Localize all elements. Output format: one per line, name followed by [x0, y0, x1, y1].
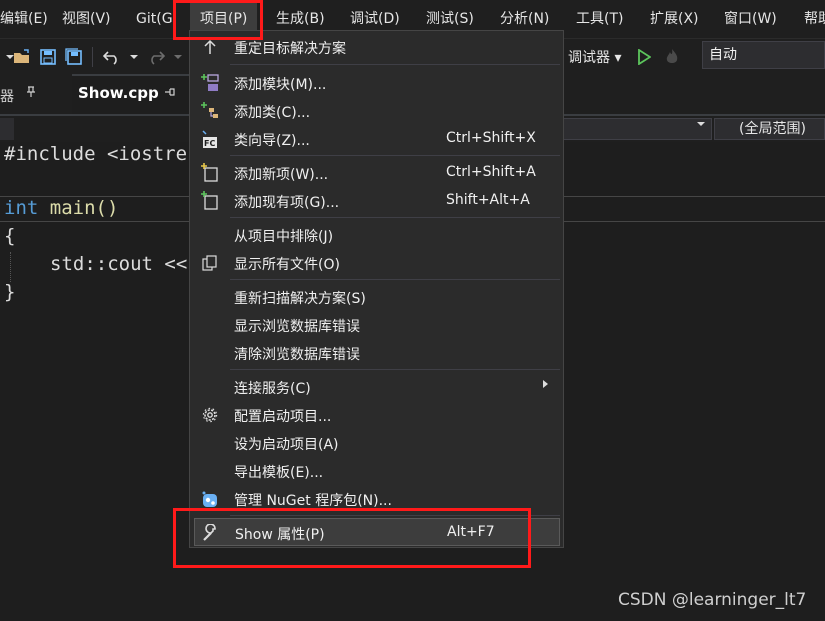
add-new-item-icon — [200, 163, 220, 183]
chevron-down-icon — [697, 120, 705, 131]
code-line: std::cout << — [50, 253, 188, 275]
scope-dropdown[interactable]: (全局范围) — [714, 118, 825, 140]
menu-separator — [230, 369, 560, 370]
undo-icon[interactable] — [102, 47, 122, 67]
menu-item-label: 显示所有文件(O) — [234, 257, 340, 273]
menu-item-connected-services[interactable]: 连接服务(C) — [190, 373, 563, 401]
code-line: { — [4, 225, 16, 247]
menu-item-shortcut: Shift+Alt+A — [446, 192, 530, 208]
redo-icon[interactable] — [146, 47, 166, 67]
menu-item-label: 重定目标解决方案 — [234, 41, 346, 57]
menu-git[interactable]: Git(G — [136, 0, 173, 38]
add-module-icon — [200, 73, 220, 93]
debugger-label[interactable]: 调试器 ▾ — [568, 47, 621, 67]
indent-guide — [10, 252, 11, 282]
menu-item-label: 清除浏览数据库错误 — [234, 347, 360, 363]
menu-item-exclude-from-project[interactable]: 从项目中排除(J) — [190, 221, 563, 249]
menu-separator — [230, 64, 560, 65]
save-all-icon[interactable] — [64, 47, 84, 67]
project-menu: 重定目标解决方案 添加模块(M)... 添加类(C)... FC 类向导(Z).… — [189, 30, 564, 548]
menu-item-class-wizard[interactable]: FC 类向导(Z)... Ctrl+Shift+X — [190, 125, 563, 153]
menu-edit[interactable]: 编辑(E) — [0, 0, 48, 38]
pin-icon[interactable] — [26, 86, 36, 101]
menu-item-show-browse-db-errors[interactable]: 显示浏览数据库错误 — [190, 311, 563, 339]
menu-item-add-existing-item[interactable]: 添加现有项(G)... Shift+Alt+A — [190, 187, 563, 215]
menu-separator — [230, 279, 560, 280]
menu-item-label: 添加类(C)... — [234, 105, 311, 121]
project-scope-dropdown[interactable] — [0, 118, 14, 140]
menu-item-add-new-item[interactable]: 添加新项(W)... Ctrl+Shift+A — [190, 159, 563, 187]
menu-item-show-all-files[interactable]: 显示所有文件(O) — [190, 249, 563, 277]
play-icon[interactable] — [634, 47, 654, 67]
tab-label: Show.cpp — [78, 84, 159, 102]
menu-item-label: 设为启动项目(A) — [234, 437, 339, 453]
submenu-arrow-icon — [542, 379, 549, 392]
menu-view[interactable]: 视图(V) — [62, 0, 111, 38]
left-panel-tab[interactable]: 器 — [0, 86, 14, 106]
menu-item-label: 管理 NuGet 程序包(N)... — [234, 493, 392, 509]
menu-item-clear-browse-db-errors[interactable]: 清除浏览数据库错误 — [190, 339, 563, 367]
member-dropdown[interactable] — [560, 118, 712, 140]
add-class-icon — [200, 101, 220, 121]
code-keyword: int — [4, 197, 39, 219]
show-all-files-icon — [200, 253, 220, 273]
nuget-icon — [200, 489, 220, 509]
code-line: #include <iostre — [4, 143, 188, 165]
add-existing-item-icon — [200, 191, 220, 211]
redo-dropdown-icon[interactable] — [168, 47, 188, 67]
menu-extensions[interactable]: 扩展(X) — [650, 0, 699, 38]
menu-item-shortcut: Ctrl+Shift+X — [446, 130, 536, 146]
menu-separator — [230, 155, 560, 156]
menu-item-label: 重新扫描解决方案(S) — [234, 291, 366, 307]
tab-show-cpp[interactable]: Show.cpp — [72, 74, 190, 114]
menu-item-add-module[interactable]: 添加模块(M)... — [190, 69, 563, 97]
solution-config-select[interactable]: 自动 — [702, 41, 825, 69]
class-wizard-icon: FC — [200, 129, 220, 149]
menu-item-label: 连接服务(C) — [234, 381, 311, 397]
menu-separator — [230, 217, 560, 218]
gear-icon — [200, 405, 220, 425]
menu-item-label: 添加现有项(G)... — [234, 195, 340, 211]
menu-item-add-class[interactable]: 添加类(C)... — [190, 97, 563, 125]
menu-item-label: 添加模块(M)... — [234, 77, 327, 93]
code-line: } — [4, 281, 16, 303]
menu-item-label: 类向导(Z)... — [234, 133, 310, 149]
menu-window[interactable]: 窗口(W) — [724, 0, 777, 38]
menu-item-label: 从项目中排除(J) — [234, 229, 334, 245]
menu-item-configure-startup-projects[interactable]: 配置启动项目... — [190, 401, 563, 429]
svg-text:FC: FC — [204, 139, 215, 148]
menu-item-label: 显示浏览数据库错误 — [234, 319, 360, 335]
pin-icon[interactable] — [164, 86, 176, 100]
menu-help[interactable]: 帮助 — [804, 0, 825, 38]
menu-item-label: 导出模板(E)... — [234, 465, 324, 481]
save-icon[interactable] — [38, 47, 58, 67]
menu-item-shortcut: Ctrl+Shift+A — [446, 164, 536, 180]
menu-item-export-template[interactable]: 导出模板(E)... — [190, 457, 563, 485]
open-folder-icon[interactable] — [12, 47, 32, 67]
menu-item-set-as-startup-project[interactable]: 设为启动项目(A) — [190, 429, 563, 457]
menu-item-rescan-solution[interactable]: 重新扫描解决方案(S) — [190, 283, 563, 311]
menu-tools[interactable]: 工具(T) — [576, 0, 623, 38]
hot-reload-icon[interactable] — [662, 47, 682, 67]
annotation-highlight-box — [173, 0, 263, 40]
code-function: main() — [38, 197, 119, 219]
annotation-highlight-box — [173, 508, 531, 568]
menu-item-label: 配置启动项目... — [234, 409, 332, 425]
undo-dropdown-icon[interactable] — [124, 47, 144, 67]
menu-item-label: 添加新项(W)... — [234, 167, 329, 183]
code-line: int main() — [4, 197, 118, 219]
arrow-up-icon — [200, 37, 220, 57]
watermark: CSDN @learninger_lt7 — [618, 590, 807, 610]
